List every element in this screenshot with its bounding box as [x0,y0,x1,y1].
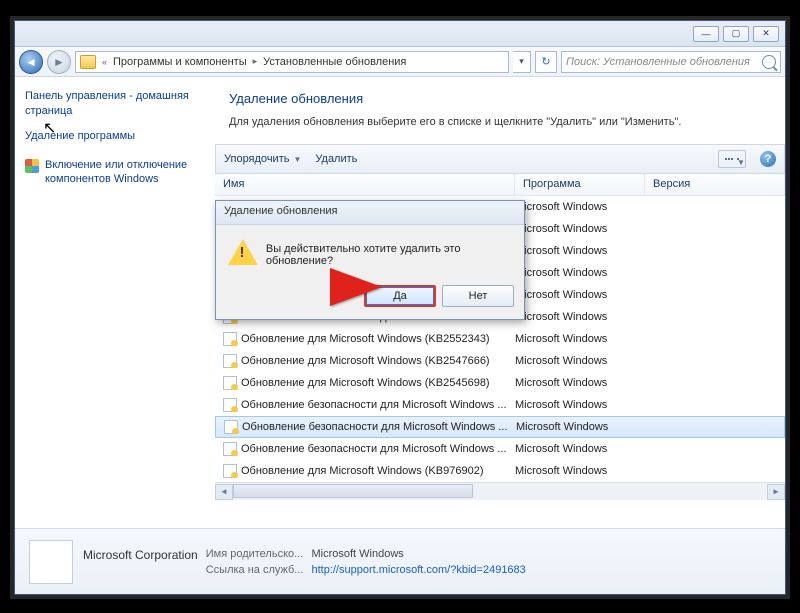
address-dropdown[interactable]: ▾ [513,51,531,73]
support-link-label: Ссылка на служб... [206,564,304,576]
update-program: Microsoft Windows [515,311,645,323]
update-program: Microsoft Windows [515,355,645,367]
breadcrumb-updates[interactable]: Установленные обновления [263,56,406,68]
update-program: Microsoft Windows [515,443,645,455]
column-headers: Имя Программа Версия [215,174,785,196]
update-name: Обновление для Microsoft Windows (KB9769… [241,465,483,477]
view-button[interactable]: ▼ [718,150,746,168]
table-row[interactable]: Обновление безопасности для Microsoft Wi… [215,416,785,438]
table-row[interactable]: Обновление для Microsoft Windows (KB2547… [215,350,785,372]
update-icon [223,442,237,456]
update-program: Microsoft Windows [515,201,645,213]
support-link[interactable]: http://support.microsoft.com/?kbid=24916… [311,564,525,576]
update-program: Microsoft Windows [515,223,645,235]
update-icon [223,332,237,346]
details-pane: Microsoft Corporation Имя родительско...… [15,528,785,594]
close-button[interactable]: ✕ [753,26,779,42]
update-program: Microsoft Windows [515,289,645,301]
warning-icon [228,239,256,265]
update-name: Обновление безопасности для Microsoft Wi… [241,399,507,411]
yes-button[interactable]: Да [364,285,436,307]
update-program: Microsoft Windows [515,245,645,257]
search-placeholder: Поиск: Установленные обновления [566,56,750,68]
update-program: Microsoft Windows [515,267,645,279]
help-button[interactable]: ? [760,151,776,167]
update-name: Обновление безопасности для Microsoft Wi… [242,421,508,433]
navbar: ◄ ► « Программы и компоненты ▸ Установле… [15,47,785,77]
update-name: Обновление безопасности для Microsoft Wi… [241,443,507,455]
scroll-right-icon[interactable]: ► [767,484,785,500]
organize-menu[interactable]: Упорядочить▼ [224,153,301,165]
update-name: Обновление для Microsoft Windows (KB2545… [241,377,490,389]
chevron-icon: « [102,57,107,67]
shield-icon [25,159,39,173]
maximize-button[interactable]: ▢ [723,26,749,42]
dialog-message: Вы действительно хотите удалить это обно… [266,239,512,267]
update-program: Microsoft Windows [516,421,646,433]
sidebar: Панель управления - домашняя страница Уд… [15,77,215,528]
table-row[interactable]: Обновление для Microsoft Windows (KB2545… [215,372,785,394]
refresh-button[interactable]: ↻ [535,51,557,73]
table-row[interactable]: Обновление безопасности для Microsoft Wi… [215,438,785,460]
confirm-dialog: Удаление обновления Вы действительно хот… [215,200,525,320]
col-name[interactable]: Имя [215,174,515,195]
sidebar-link-uninstall[interactable]: Удаление программы [25,129,135,144]
minimize-button[interactable]: — [693,26,719,42]
folder-icon [80,55,96,69]
col-program[interactable]: Программа [515,174,645,195]
page-subtitle: Для удаления обновления выберите его в с… [229,116,771,128]
publisher-name: Microsoft Corporation [83,548,198,562]
update-icon [223,376,237,390]
sidebar-link-features[interactable]: Включение или отключение компонентов Win… [45,158,205,188]
forward-button[interactable]: ► [47,50,71,74]
address-bar[interactable]: « Программы и компоненты ▸ Установленные… [75,51,509,73]
update-program: Microsoft Windows [515,333,645,345]
table-row[interactable]: Обновление для Microsoft Windows (KB2552… [215,328,785,350]
update-program: Microsoft Windows [515,377,645,389]
parent-value: Microsoft Windows [311,548,525,562]
update-icon [224,420,238,434]
scroll-left-icon[interactable]: ◄ [215,484,233,500]
update-icon [223,464,237,478]
update-name: Обновление для Microsoft Windows (KB2547… [241,355,490,367]
update-program: Microsoft Windows [515,399,645,411]
toolbar: Упорядочить▼ Удалить ▼ ? [215,144,785,174]
table-row[interactable]: Обновление безопасности для Microsoft Wi… [215,394,785,416]
table-row[interactable]: Обновление для Microsoft Windows (KB9769… [215,460,785,482]
titlebar: — ▢ ✕ [15,21,785,47]
col-version[interactable]: Версия [645,174,785,195]
update-icon [223,354,237,368]
parent-label: Имя родительско... [206,548,304,562]
no-button[interactable]: Нет [442,285,514,307]
dialog-title: Удаление обновления [216,201,524,225]
search-icon [762,55,776,69]
sidebar-link-home[interactable]: Панель управления - домашняя страница [25,89,205,119]
publisher-icon [29,540,73,584]
back-button[interactable]: ◄ [19,50,43,74]
search-input[interactable]: Поиск: Установленные обновления [561,51,781,73]
delete-button[interactable]: Удалить [315,153,357,165]
update-program: Microsoft Windows [515,465,645,477]
breadcrumb-programs[interactable]: Программы и компоненты [113,56,247,68]
update-icon [223,398,237,412]
scroll-thumb[interactable] [233,484,473,498]
update-name: Обновление для Microsoft Windows (KB2552… [241,333,490,345]
page-title: Удаление обновления [229,91,771,106]
chevron-right-icon: ▸ [253,56,258,67]
horizontal-scrollbar[interactable]: ◄ ► [215,482,785,500]
